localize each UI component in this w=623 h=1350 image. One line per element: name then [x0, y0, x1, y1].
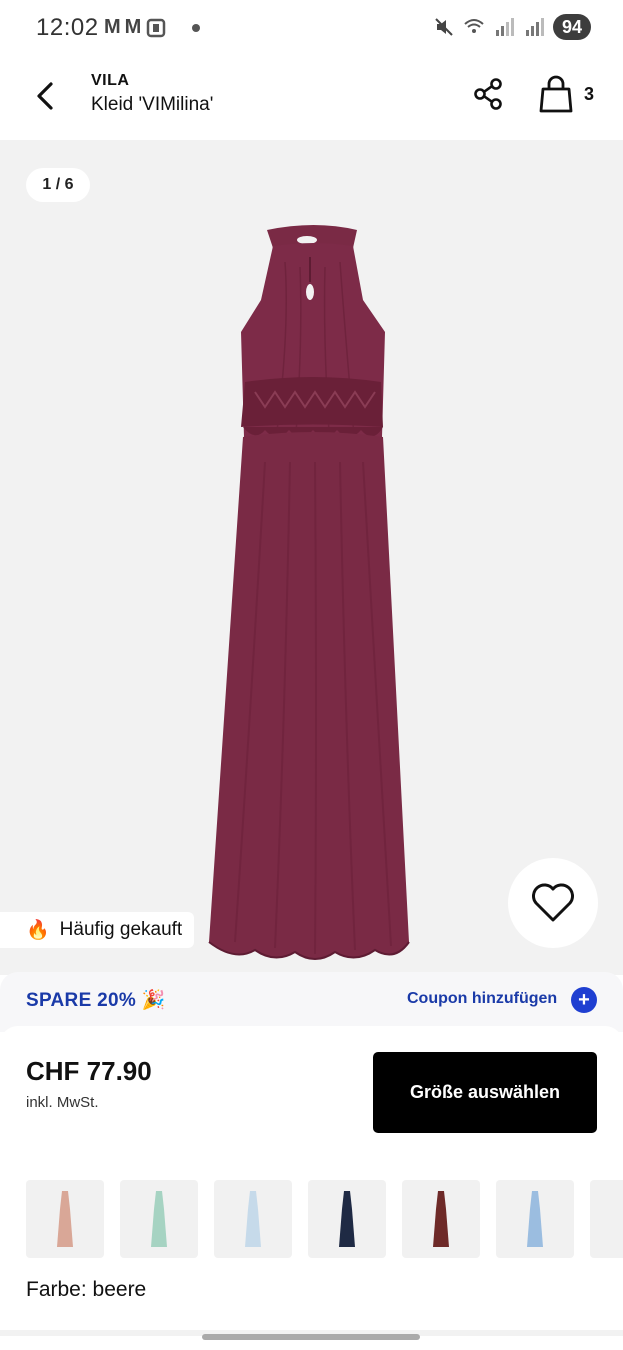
select-size-button[interactable]: Größe auswählen — [373, 1052, 597, 1133]
popular-badge-label: Häufig gekauft — [59, 919, 183, 940]
popular-badge: 🔥 Häufig gekauft — [0, 912, 195, 948]
wishlist-button[interactable] — [508, 858, 598, 948]
brand-name: VILA — [91, 72, 130, 89]
coupon-promo-text: SPARE 20% 🎉 — [26, 990, 166, 1011]
home-indicator[interactable] — [202, 1334, 420, 1340]
cart-count: 3 — [584, 84, 595, 104]
color-swatches — [26, 1180, 623, 1258]
shopping-bag-icon — [539, 75, 573, 113]
share-icon — [474, 78, 502, 110]
product-price: CHF 77.90 — [26, 1056, 152, 1086]
product-header: VILA Kleid 'VIMilina' 3 — [0, 58, 623, 140]
status-bar: 12:02 M M 94 — [0, 0, 623, 58]
dress-thumbnail — [245, 1191, 261, 1247]
signal-icon-2 — [526, 18, 544, 36]
color-swatch-burgundy[interactable] — [402, 1180, 480, 1258]
product-title: Kleid 'VIMilina' — [91, 94, 214, 115]
mute-icon — [435, 18, 453, 36]
color-swatch-more[interactable] — [590, 1180, 623, 1258]
dress-thumbnail — [57, 1191, 73, 1247]
status-dot — [192, 24, 200, 32]
status-time: 12:02 — [36, 14, 99, 41]
gmail-icon: M — [104, 16, 121, 38]
color-swatch-light-blue[interactable] — [214, 1180, 292, 1258]
add-coupon-link[interactable]: Coupon hinzufügen — [407, 990, 557, 1008]
gmail-icon: M — [124, 16, 142, 38]
wifi-icon — [464, 19, 484, 33]
status-right: 94 — [433, 14, 591, 40]
notification-icons: M M — [104, 16, 167, 39]
coupon-strip: SPARE 20% 🎉 Coupon hinzufügen + — [0, 972, 623, 1032]
battery-indicator: 94 — [553, 14, 591, 40]
back-button[interactable] — [24, 72, 68, 120]
product-image-gallery[interactable]: 1 / 6 🔥 Häufig gekauft — [0, 140, 623, 975]
chevron-left-icon — [37, 82, 53, 110]
app-notification-icon — [147, 18, 166, 37]
add-coupon-plus-icon[interactable]: + — [571, 987, 597, 1013]
color-swatch-navy[interactable] — [308, 1180, 386, 1258]
heart-icon — [532, 883, 574, 922]
dress-thumbnail — [527, 1191, 543, 1247]
product-image-dress[interactable] — [195, 222, 435, 972]
color-swatch-rose[interactable] — [26, 1180, 104, 1258]
cart-button[interactable] — [534, 72, 578, 116]
fire-icon: 🔥 — [26, 920, 50, 941]
image-counter: 1 / 6 — [26, 168, 90, 202]
color-swatch-mint[interactable] — [120, 1180, 198, 1258]
dress-thumbnail — [433, 1191, 449, 1247]
dress-thumbnail — [339, 1191, 355, 1247]
color-swatch-blue[interactable] — [496, 1180, 574, 1258]
vat-note: inkl. MwSt. — [26, 1094, 99, 1111]
purchase-panel: CHF 77.90 inkl. MwSt. Größe auswählen Fa… — [0, 1026, 623, 1350]
share-button[interactable] — [466, 72, 510, 116]
selected-color-label: Farbe: beere — [26, 1278, 147, 1301]
dress-thumbnail — [151, 1191, 167, 1247]
signal-icon — [496, 18, 514, 36]
